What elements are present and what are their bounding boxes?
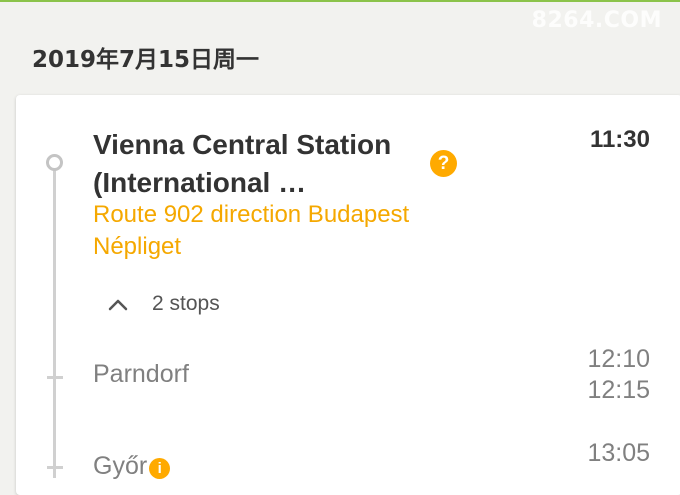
stop-times: 12:10 12:15 [587, 344, 650, 406]
stop-arrival-time: 13:05 [587, 439, 650, 467]
departure-station-name[interactable]: Vienna Central Station (International … [93, 126, 428, 202]
stop-arrival-time: 12:10 [587, 345, 650, 373]
stops-toggle[interactable]: 2 stops [106, 290, 220, 318]
origin-stop-dot [46, 154, 63, 171]
intermediate-stop-marker [47, 466, 63, 469]
date-header: 2019年7月15日周一 [32, 47, 260, 73]
stop-name[interactable]: Győr i [93, 452, 171, 481]
stop-name-label: Győr [93, 452, 148, 480]
chevron-up-icon [108, 299, 128, 311]
stop-departure-time: 12:15 [587, 376, 650, 404]
timeline-line [53, 168, 56, 478]
info-icon[interactable]: i [149, 458, 171, 479]
watermark: 8264.COM [531, 8, 662, 33]
top-accent-line [0, 0, 680, 2]
departure-time: 11:30 [589, 126, 650, 153]
stop-name[interactable]: Parndorf [93, 360, 189, 389]
intermediate-stop-marker [47, 376, 63, 379]
help-icon[interactable]: ? [430, 150, 457, 177]
route-direction[interactable]: Route 902 direction Budapest Népliget [93, 199, 493, 263]
stops-count-label: 2 stops [152, 292, 220, 315]
stop-times: 13:05 [587, 438, 650, 469]
